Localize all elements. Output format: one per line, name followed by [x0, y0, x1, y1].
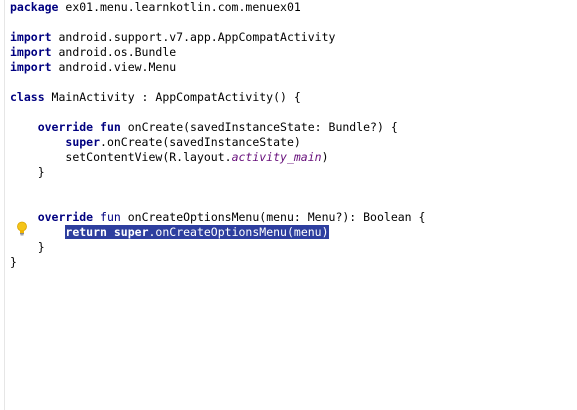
- code-line-17[interactable]: }: [10, 240, 577, 255]
- keyword-package: package: [10, 0, 59, 14]
- import-path: android.support.v7.app.AppCompatActivity: [51, 30, 336, 44]
- code-line-15[interactable]: override fun onCreateOptionsMenu(menu: M…: [10, 210, 577, 225]
- keyword-return: return: [65, 225, 107, 239]
- method-signature: onCreateOptionsMenu(menu: Menu?): Boolea…: [120, 210, 426, 224]
- code-line-16[interactable]: return super.onCreateOptionsMenu(menu): [10, 225, 577, 240]
- code-line-3[interactable]: import android.support.v7.app.AppCompatA…: [10, 30, 577, 45]
- code-line-5[interactable]: import android.view.Menu: [10, 60, 577, 75]
- code-line-13[interactable]: [10, 180, 577, 195]
- keyword-import: import: [10, 60, 52, 74]
- selected-code[interactable]: return super.onCreateOptionsMenu(menu): [65, 225, 329, 239]
- resource-reference: activity_main: [231, 150, 322, 164]
- keyword-super: super: [65, 135, 101, 149]
- keyword-override: override: [37, 120, 94, 134]
- keyword-fun: fun: [100, 120, 121, 134]
- code-line-2[interactable]: [10, 15, 577, 30]
- lightbulb-icon[interactable]: [16, 221, 28, 236]
- code-line-6[interactable]: [10, 75, 577, 90]
- code-line-18[interactable]: }: [10, 255, 577, 270]
- code-line-7[interactable]: class MainActivity : AppCompatActivity()…: [10, 90, 577, 105]
- code-line-12[interactable]: }: [10, 165, 577, 180]
- method-signature: onCreate(savedInstanceState: Bundle?) {: [120, 120, 398, 134]
- class-declaration: MainActivity : AppCompatActivity() {: [44, 90, 301, 104]
- close-brace: }: [10, 240, 45, 254]
- gutter-divider: [4, 0, 5, 410]
- keyword-fun: fun: [100, 210, 121, 224]
- code-line-8[interactable]: [10, 105, 577, 120]
- code-line-4[interactable]: import android.os.Bundle: [10, 45, 577, 60]
- keyword-class: class: [10, 90, 45, 104]
- import-path: android.view.Menu: [51, 60, 177, 74]
- code-lines: package ex01.menu.learnkotlin.com.menuex…: [10, 0, 577, 270]
- code-line-11[interactable]: setContentView(R.layout.activity_main): [10, 150, 577, 165]
- keyword-import: import: [10, 45, 52, 59]
- keyword-import: import: [10, 30, 52, 44]
- import-path: android.os.Bundle: [51, 45, 177, 59]
- code-editor[interactable]: package ex01.menu.learnkotlin.com.menuex…: [0, 0, 577, 410]
- keyword-super: super: [113, 225, 149, 239]
- close-brace: }: [10, 165, 45, 179]
- code-line-9[interactable]: override fun onCreate(savedInstanceState…: [10, 120, 577, 135]
- method-call: .onCreate(savedInstanceState): [100, 135, 301, 149]
- code-line-10[interactable]: super.onCreate(savedInstanceState): [10, 135, 577, 150]
- close-paren: ): [321, 150, 329, 164]
- code-line-14[interactable]: [10, 195, 577, 210]
- code-line-1[interactable]: package ex01.menu.learnkotlin.com.menuex…: [10, 0, 577, 15]
- package-name: ex01.menu.learnkotlin.com.menuex01: [58, 0, 301, 14]
- method-call: setContentView(R.layout.: [65, 150, 232, 164]
- method-call: .onCreateOptionsMenu(menu): [148, 225, 329, 239]
- keyword-override: override: [37, 210, 94, 224]
- close-brace: }: [10, 255, 17, 269]
